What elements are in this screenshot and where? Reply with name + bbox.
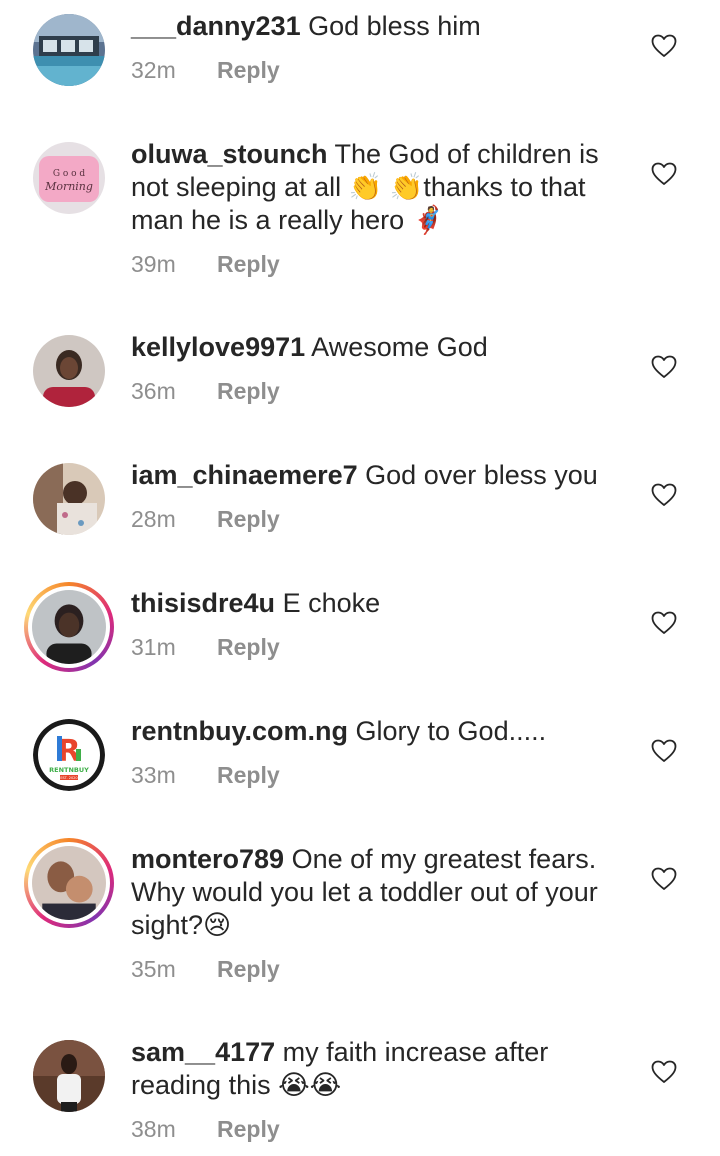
avatar[interactable] <box>33 335 105 407</box>
avatar[interactable]: G o o d Morning <box>33 142 105 214</box>
comment-username[interactable]: iam_chinaemere7 <box>131 460 358 490</box>
comment-time: 28m <box>131 506 176 532</box>
comment-text: thisisdre4u E choke <box>131 587 631 620</box>
comment-time: 38m <box>131 1116 176 1142</box>
comment-username[interactable]: rentnbuy.com.ng <box>131 716 348 746</box>
avatar-image <box>33 14 105 86</box>
comment-time: 33m <box>131 762 176 788</box>
comment-meta: 38m Reply <box>131 1116 280 1143</box>
comment-time: 35m <box>131 956 176 982</box>
comment-text: iam_chinaemere7 God over bless you <box>131 459 631 492</box>
comment-time: 39m <box>131 251 176 277</box>
heart-outline-icon[interactable] <box>651 1060 677 1084</box>
comment-text: ___danny231 God bless him <box>131 10 631 43</box>
pillow-text-line1: G o o d <box>53 169 86 179</box>
comment-meta: 39m Reply <box>131 251 280 278</box>
avatar[interactable] <box>24 582 114 672</box>
reply-button[interactable]: Reply <box>217 956 280 982</box>
avatar-image: G o o d Morning <box>33 142 105 214</box>
avatar-image <box>33 335 105 407</box>
reply-button[interactable]: Reply <box>217 57 280 83</box>
comment-text: oluwa_stounch The God of children is not… <box>131 138 631 237</box>
reply-button[interactable]: Reply <box>217 251 280 277</box>
reply-button[interactable]: Reply <box>217 378 280 404</box>
reply-button[interactable]: Reply <box>217 1116 280 1142</box>
comment-body: E choke <box>282 588 381 618</box>
comment-time: 31m <box>131 634 176 660</box>
comment-meta: 28m Reply <box>131 506 280 533</box>
comment-time: 36m <box>131 378 176 404</box>
reply-button[interactable]: Reply <box>217 506 280 532</box>
comment-meta: 36m Reply <box>131 378 280 405</box>
avatar[interactable] <box>24 838 114 928</box>
comment-username[interactable]: ___danny231 <box>131 11 301 41</box>
comment-body: God over bless you <box>365 460 598 490</box>
comment-meta: 33m Reply <box>131 762 280 789</box>
avatar[interactable] <box>33 463 105 535</box>
comment-username[interactable]: kellylove9971 <box>131 332 305 362</box>
comment-body: Awesome God <box>311 332 488 362</box>
logo-brand: RENTNBUY <box>49 766 89 774</box>
comment-time: 32m <box>131 57 176 83</box>
comment-meta: 32m Reply <box>131 57 280 84</box>
comment-text: rentnbuy.com.ng Glory to God..... <box>131 715 631 748</box>
heart-outline-icon[interactable] <box>651 867 677 891</box>
heart-outline-icon[interactable] <box>651 739 677 763</box>
avatar[interactable] <box>33 14 105 86</box>
comment-body: Glory to God..... <box>355 716 547 746</box>
comment-meta: 31m Reply <box>131 634 280 661</box>
avatar-image <box>33 463 105 535</box>
avatar-image <box>32 590 106 664</box>
comment-text: sam__4177 my faith increase after readin… <box>131 1036 631 1102</box>
comment-body: God bless him <box>308 11 481 41</box>
comment-username[interactable]: montero789 <box>131 844 284 874</box>
avatar-image <box>32 846 106 920</box>
avatar-image <box>33 1040 105 1112</box>
heart-outline-icon[interactable] <box>651 355 677 379</box>
heart-outline-icon[interactable] <box>651 162 677 186</box>
avatar-image: R RENTNBUY EST. 2020 <box>33 719 105 791</box>
reply-button[interactable]: Reply <box>217 634 280 660</box>
heart-outline-icon[interactable] <box>651 611 677 635</box>
comment-username[interactable]: oluwa_stounch <box>131 139 328 169</box>
avatar[interactable]: R RENTNBUY EST. 2020 <box>33 719 105 791</box>
story-ring <box>24 582 114 672</box>
reply-button[interactable]: Reply <box>217 762 280 788</box>
avatar[interactable] <box>33 1040 105 1112</box>
pillow-text-line2: Morning <box>44 180 93 193</box>
heart-outline-icon[interactable] <box>651 483 677 507</box>
comment-meta: 35m Reply <box>131 956 280 983</box>
story-ring <box>24 838 114 928</box>
comment-text: montero789 One of my greatest fears. Why… <box>131 843 631 942</box>
heart-outline-icon[interactable] <box>651 34 677 58</box>
logo-est: EST. 2020 <box>60 776 77 780</box>
comment-username[interactable]: sam__4177 <box>131 1037 275 1067</box>
comment-username[interactable]: thisisdre4u <box>131 588 275 618</box>
comment-text: kellylove9971 Awesome God <box>131 331 631 364</box>
